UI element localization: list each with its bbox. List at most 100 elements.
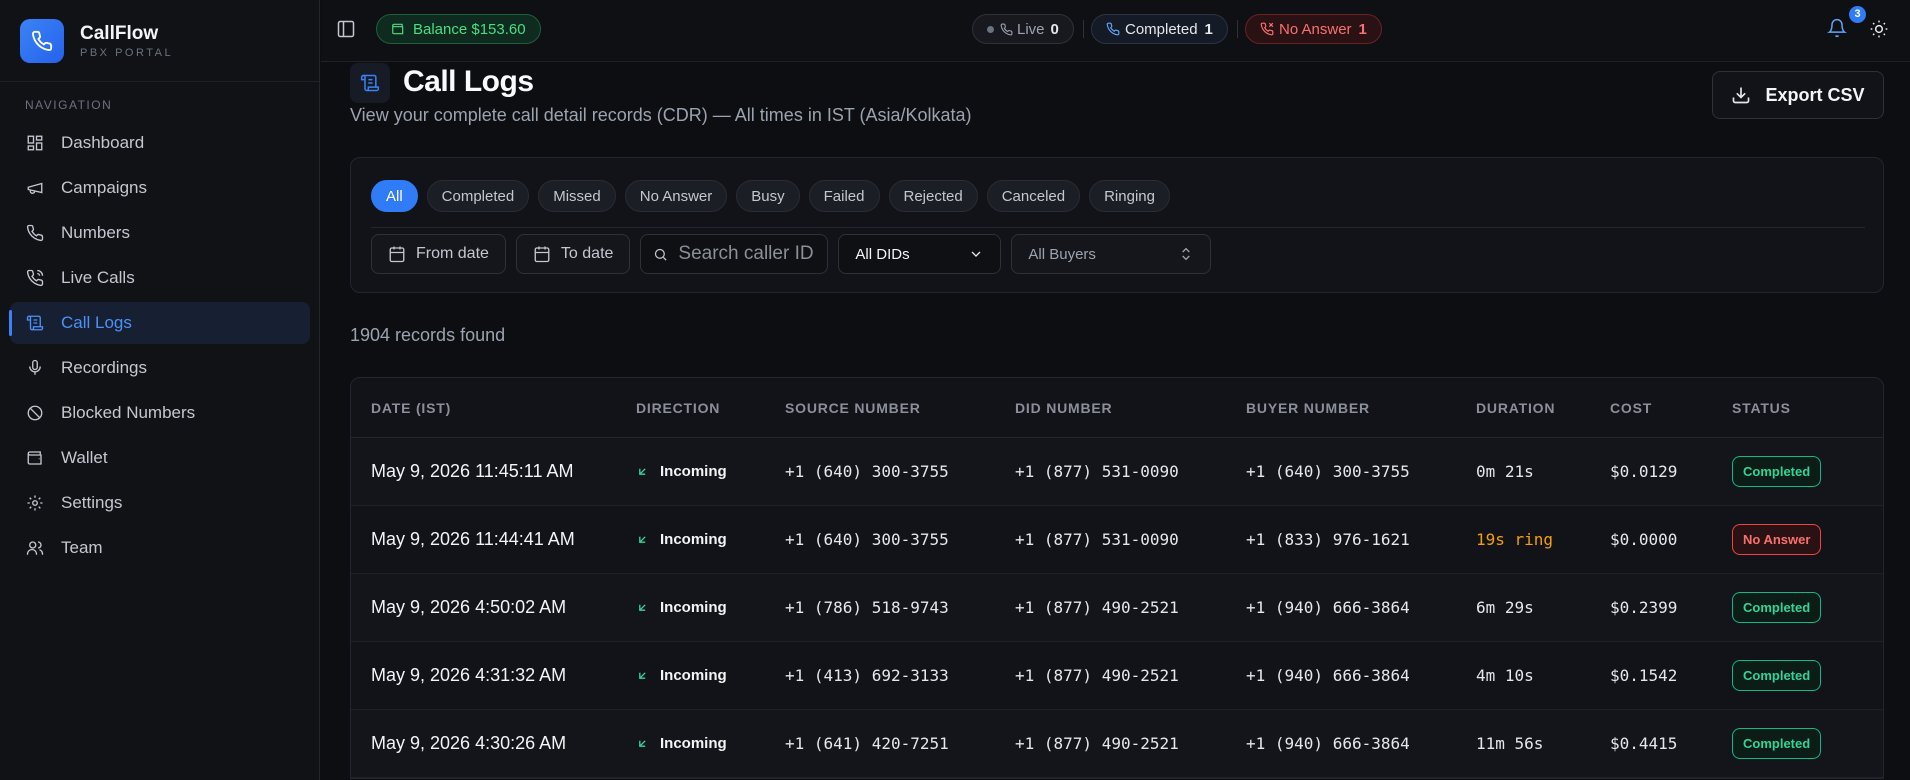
phone-call-icon	[25, 268, 45, 288]
divider	[1237, 20, 1238, 38]
page-title: Call Logs	[403, 65, 534, 98]
cell-status: Completed	[1732, 728, 1882, 759]
direction-label: Incoming	[660, 599, 727, 616]
chip-busy[interactable]: Busy	[736, 180, 800, 212]
arrow-down-left-icon	[636, 669, 649, 682]
sidebar-item-label: Blocked Numbers	[61, 403, 196, 422]
no-answer-count: 1	[1358, 20, 1367, 38]
from-date-label: From date	[416, 245, 489, 262]
filter-controls: From date To date Search caller ID... Al…	[371, 234, 1221, 274]
cell-buyer: +1 (940) 666-3864	[1246, 598, 1410, 617]
bell-icon[interactable]	[1827, 18, 1847, 43]
sun-icon[interactable]	[1869, 19, 1889, 44]
to-date-picker[interactable]: To date	[515, 234, 631, 274]
table-row[interactable]: May 9, 2026 4:30:26 AM Incoming +1 (641)…	[351, 710, 1883, 778]
completed-calls-badge[interactable]: Completed 1	[1091, 14, 1228, 44]
cell-date: May 9, 2026 11:45:11 AM	[371, 461, 574, 481]
sidebar-item-settings[interactable]: Settings	[10, 482, 310, 524]
wallet-icon	[391, 22, 405, 36]
nav-section-title: NAVIGATION	[25, 98, 113, 112]
cell-buyer: +1 (833) 976-1621	[1246, 530, 1410, 549]
arrow-down-left-icon	[636, 533, 649, 546]
live-label: Live	[1017, 20, 1045, 38]
users-icon	[25, 538, 45, 558]
cell-cost: $0.4415	[1610, 734, 1678, 753]
sidebar-item-numbers[interactable]: Numbers	[10, 212, 310, 254]
export-csv-button[interactable]: Export CSV	[1712, 71, 1884, 119]
buyer-select[interactable]: All Buyers	[1011, 234, 1212, 274]
from-date-picker[interactable]: From date	[371, 234, 506, 274]
chip-ringing[interactable]: Ringing	[1089, 180, 1170, 212]
chip-missed[interactable]: Missed	[538, 180, 616, 212]
sidebar-toggle-icon[interactable]	[336, 19, 356, 44]
chip-no-answer[interactable]: No Answer	[624, 180, 728, 212]
column-header[interactable]: BUYER NUMBER	[1246, 400, 1476, 416]
cell-status: No Answer	[1732, 524, 1882, 555]
sidebar-item-wallet[interactable]: Wallet	[10, 437, 310, 479]
mic-icon	[25, 358, 45, 378]
status-badge: Completed	[1732, 728, 1822, 759]
live-calls-badge[interactable]: Live 0	[972, 14, 1074, 44]
cell-duration: 19s ring	[1476, 530, 1554, 549]
cell-did: +1 (877) 531-0090	[1015, 462, 1179, 481]
sidebar-item-live-calls[interactable]: Live Calls	[10, 257, 310, 299]
search-placeholder: Search caller ID...	[678, 243, 816, 264]
calendar-icon	[388, 245, 406, 263]
did-select[interactable]: All DIDs	[838, 234, 1002, 274]
buyer-select-value: All Buyers	[1028, 245, 1096, 263]
sidebar-item-label: Settings	[61, 493, 123, 512]
column-header[interactable]: SOURCE NUMBER	[785, 400, 1015, 416]
cell-cost: $0.0129	[1610, 462, 1678, 481]
direction-label: Incoming	[660, 463, 727, 480]
search-input[interactable]: Search caller ID...	[640, 234, 829, 274]
column-header[interactable]: DID NUMBER	[1015, 400, 1246, 416]
cell-direction: Incoming	[636, 599, 785, 616]
divider	[371, 227, 1865, 228]
chip-canceled[interactable]: Canceled	[986, 180, 1081, 212]
cell-duration: 4m 10s	[1476, 666, 1534, 685]
cell-direction: Incoming	[636, 531, 785, 548]
chip-failed[interactable]: Failed	[808, 180, 880, 212]
cell-source: +1 (413) 692-3133	[785, 666, 949, 685]
table-row[interactable]: May 9, 2026 4:50:02 AM Incoming +1 (786)…	[351, 574, 1883, 642]
no-answer-calls-badge[interactable]: No Answer 1	[1245, 14, 1382, 44]
sidebar-item-campaigns[interactable]: Campaigns	[10, 167, 310, 209]
sidebar-item-dashboard[interactable]: Dashboard	[10, 122, 310, 164]
chip-all[interactable]: All	[371, 180, 418, 212]
no-answer-label: No Answer	[1279, 20, 1352, 38]
cell-date: May 9, 2026 4:31:32 AM	[371, 665, 567, 685]
brand: CallFlow PBX PORTAL	[0, 0, 319, 82]
chevron-down-icon	[968, 246, 984, 262]
chip-completed[interactable]: Completed	[426, 180, 530, 212]
divider	[1083, 20, 1084, 38]
status-badge: Completed	[1732, 456, 1822, 487]
brand-name: CallFlow	[80, 22, 159, 44]
download-icon	[1731, 85, 1751, 105]
status-badge: No Answer	[1732, 524, 1822, 555]
phone-call-icon	[1000, 23, 1013, 36]
sidebar-item-call-logs[interactable]: Call Logs	[9, 302, 310, 344]
search-icon	[653, 247, 668, 262]
export-label: Export CSV	[1765, 84, 1865, 105]
column-header[interactable]: DIRECTION	[636, 400, 785, 416]
cell-cost: $0.1542	[1610, 666, 1678, 685]
table-row[interactable]: May 9, 2026 11:44:41 AM Incoming +1 (640…	[351, 506, 1883, 574]
cell-date: May 9, 2026 4:30:26 AM	[371, 733, 567, 753]
cell-source: +1 (641) 420-7251	[785, 734, 949, 753]
chip-rejected[interactable]: Rejected	[888, 180, 978, 212]
balance-badge[interactable]: Balance $153.60	[376, 14, 541, 44]
column-header[interactable]: COST	[1610, 400, 1732, 416]
sidebar-item-recordings[interactable]: Recordings	[10, 347, 310, 389]
chevrons-up-down-icon	[1178, 246, 1194, 262]
sidebar-item-blocked-numbers[interactable]: Blocked Numbers	[10, 392, 310, 434]
table-row[interactable]: May 9, 2026 11:45:11 AM Incoming +1 (640…	[351, 438, 1883, 506]
cell-buyer: +1 (640) 300-3755	[1246, 462, 1410, 481]
column-header[interactable]: STATUS	[1732, 400, 1882, 416]
table-row[interactable]: May 9, 2026 4:31:32 AM Incoming +1 (413)…	[351, 642, 1883, 710]
sidebar-item-team[interactable]: Team	[10, 527, 310, 569]
column-header[interactable]: DURATION	[1476, 400, 1610, 416]
call-logs-table: DATE (IST) DIRECTION SOURCE NUMBER DID N…	[350, 377, 1884, 779]
sidebar-item-label: Campaigns	[61, 178, 147, 197]
phone-incoming-icon	[1106, 22, 1120, 36]
column-header[interactable]: DATE (IST)	[351, 400, 636, 416]
